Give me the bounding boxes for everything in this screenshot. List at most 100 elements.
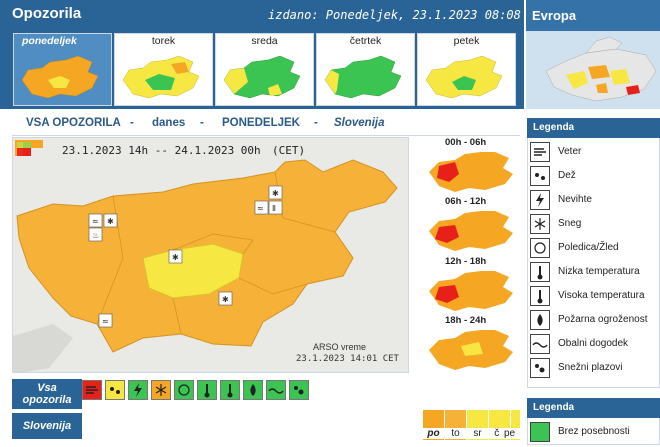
heading-region: Slovenija (334, 117, 385, 129)
high-temp-icon (227, 384, 233, 398)
legend-item-fire: Požarna ogroženost (530, 310, 658, 332)
validity-timezone: (CET) (272, 144, 306, 157)
day-box-pe[interactable]: pe (499, 410, 520, 440)
rain-icon (530, 166, 550, 186)
legend-label: Poledica/Žled (558, 242, 619, 253)
thunderstorm-warning-toggle[interactable] (128, 380, 148, 400)
day-box-label: sr (467, 428, 488, 439)
legend-item-wind: Veter (530, 142, 658, 164)
slot-thumbnail (429, 152, 513, 192)
day-thumbnail-map (223, 55, 301, 99)
svg-text:♨: ♨ (92, 231, 99, 240)
svg-text:Ⅱ: Ⅱ (272, 204, 276, 213)
ice-icon (530, 238, 550, 258)
day-tab-sreda[interactable]: sreda (215, 33, 314, 106)
app-title: Opozorila (12, 5, 82, 22)
day-tab-label: sreda (251, 35, 278, 47)
map-source: ARSO vreme (313, 342, 367, 352)
validity-period: 23.1.2023 14h -- 24.1.2023 00h (62, 144, 261, 157)
legend-item-avalanche: Snežni plazovi (530, 358, 658, 380)
day-tab-cetrtek[interactable]: četrtek (316, 33, 415, 106)
day-tab-label: torek (151, 35, 176, 47)
snow-warning-toggle[interactable] (151, 380, 171, 400)
legend-label: Veter (558, 146, 582, 157)
low-temp-icon (530, 262, 550, 282)
main-warning-map[interactable]: ≈ ✱ ♨ ✱ ✱ Ⅱ ≈ ✱ ≈ (12, 137, 409, 373)
legend-item-coastal: Obalni dogodek (530, 334, 658, 356)
wind-icon (530, 142, 550, 162)
day-tab-ponedeljek[interactable]: ponedeljek (13, 33, 112, 106)
day-thumbnail-map (324, 55, 402, 99)
low-temp-warning-toggle[interactable] (197, 380, 217, 400)
day-box-sr[interactable]: sr (467, 410, 488, 440)
legend-label: Sneg (558, 218, 582, 229)
legend-label: Požarna ogroženost (558, 314, 648, 325)
day-box-po[interactable]: po (423, 410, 444, 440)
day-thumbnail-map (425, 55, 503, 99)
coastal-icon (530, 334, 550, 354)
legend-item-snow: Sneg (530, 214, 658, 236)
slot-thumbnail (429, 271, 513, 311)
green-swatch (530, 422, 550, 442)
legend-label: Obalni dogodek (558, 338, 629, 349)
legend-label: Nevihte (558, 194, 592, 205)
legend-label: Brez posebnosti (558, 426, 630, 437)
main-heading: VSA OPOZORILA - danes - PONEDELJEK - Slo… (12, 114, 520, 136)
avalanche-warning-toggle[interactable] (289, 380, 309, 400)
heading-today: danes (152, 117, 186, 129)
high-temp-warning-toggle[interactable] (220, 380, 240, 400)
europe-map-image (526, 31, 660, 109)
heading-sep: - (314, 117, 318, 129)
heading-sep: - (130, 117, 134, 129)
coastal-warning-toggle[interactable] (266, 380, 286, 400)
heading-all-warnings: VSA OPOZORILA (26, 117, 121, 129)
legend-item-rain: Dež (530, 166, 658, 188)
issued-timestamp: izdano: Ponedeljek, 23.1.2023 08:08 CET (268, 8, 550, 22)
day-tab-petek[interactable]: petek (417, 33, 516, 106)
legend-label: Snežni plazovi (558, 362, 623, 373)
snow-icon (155, 384, 167, 396)
europe-map[interactable] (526, 31, 660, 109)
thunderstorm-icon (134, 383, 142, 397)
day-tab-torek[interactable]: torek (114, 33, 213, 106)
slot-label-12-18: 12h - 18h (445, 256, 487, 267)
fire-icon (250, 384, 256, 396)
legend-label: Visoka temperatura (558, 290, 645, 301)
svg-text:✱: ✱ (272, 189, 279, 198)
day-box-label: pe (499, 428, 520, 439)
snow-icon (530, 214, 550, 234)
wind-warning-toggle[interactable] (82, 380, 102, 400)
fire-warning-toggle[interactable] (243, 380, 263, 400)
legend-title: Legenda (527, 118, 660, 138)
fire-icon (530, 310, 550, 330)
legend-label: Dež (558, 170, 576, 181)
legend-item-ice: Poledica/Žled (530, 238, 658, 260)
heading-day: PONEDELJEK (222, 117, 300, 129)
legend-item-high-temp: Visoka temperatura (530, 286, 658, 308)
row-slovenia-label[interactable]: Slovenija (12, 413, 82, 439)
svg-text:✱: ✱ (107, 217, 114, 226)
slot-thumbnail (429, 330, 513, 370)
slot-map-06-12[interactable] (425, 207, 517, 253)
rain-icon (110, 387, 120, 394)
slovenia-map: ≈ ✱ ♨ ✱ ✱ Ⅱ ≈ ✱ ≈ (13, 138, 408, 372)
svg-text:✱: ✱ (172, 253, 179, 262)
legend-item-thunderstorm: Nevihte (530, 190, 658, 212)
slot-label-18-24: 18h - 24h (445, 315, 487, 326)
legend-label: Nizka temperatura (558, 266, 640, 277)
ice-warning-toggle[interactable] (174, 380, 194, 400)
row-all-warnings-label[interactable]: Vsa opozorila (12, 379, 82, 409)
slot-map-18-24[interactable] (425, 326, 517, 372)
slot-map-12-18[interactable] (425, 267, 517, 313)
svg-text:≈: ≈ (102, 317, 109, 326)
europe-link[interactable]: Evropa (532, 8, 576, 23)
legend-title-2: Legenda (527, 398, 660, 418)
rain-warning-toggle[interactable] (105, 380, 125, 400)
slot-map-00-06[interactable] (425, 148, 517, 194)
day-box-label: to (445, 428, 466, 439)
thunderstorm-icon (530, 190, 550, 210)
day-box-to[interactable]: to (445, 410, 466, 440)
day-box-label: po (423, 428, 444, 439)
wind-icon (86, 386, 98, 394)
coastal-icon (268, 388, 284, 394)
